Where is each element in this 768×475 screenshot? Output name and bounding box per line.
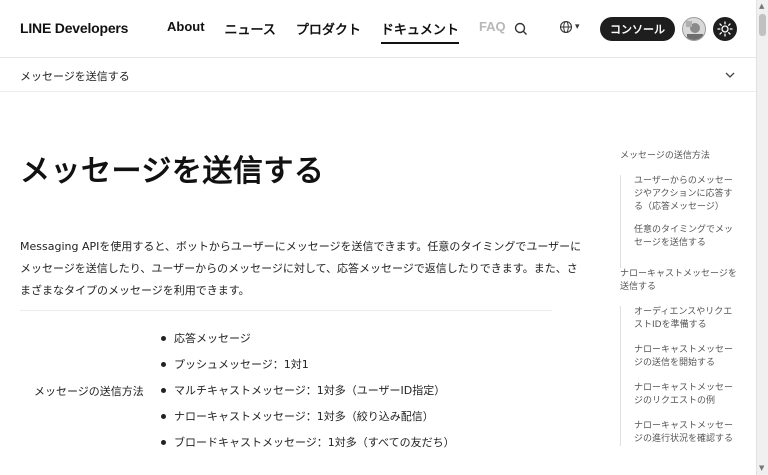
list-item: ブロードキャストメッセージ：1対多（すべての友だち） (158, 434, 455, 460)
nav-products[interactable]: プロダクト (296, 19, 361, 44)
method-list: 応答メッセージ プッシュメッセージ：1対1 マルチキャストメッセージ：1対多（ユ… (158, 330, 455, 460)
scroll-down-arrow-icon[interactable]: ▼ (759, 464, 764, 472)
theme-toggle-button[interactable] (713, 17, 737, 41)
toc-link[interactable]: ナローキャストメッセージのリクエストの例 (620, 382, 740, 420)
top-navigation-bar: LINE Developers About ニュース プロダクト ドキュメント … (0, 0, 756, 58)
breadcrumb-current: メッセージを送信する (20, 70, 130, 83)
console-button[interactable]: コンソール (600, 17, 675, 41)
list-item: ナローキャストメッセージ：1対多（絞り込み配信） (158, 408, 455, 434)
scrollbar[interactable]: ▲ ▼ (756, 0, 768, 475)
page-title: メッセージを送信する (20, 154, 325, 189)
list-item: プッシュメッセージ：1対1 (158, 356, 455, 382)
search-icon[interactable] (512, 20, 530, 38)
nav-faq[interactable]: FAQ (479, 19, 506, 44)
list-item: マルチキャストメッセージ：1対多（ユーザーID指定） (158, 382, 455, 408)
brand-logo[interactable]: LINE Developers (20, 20, 128, 36)
avatar[interactable] (682, 17, 706, 41)
sun-icon (717, 21, 733, 37)
toc-link[interactable]: 任意のタイミングでメッセージを送信する (620, 224, 740, 268)
globe-icon (559, 20, 573, 34)
toc-link[interactable]: ユーザーからのメッセージやアクションに応答する（応答メッセージ） (620, 175, 740, 224)
toc-link[interactable]: メッセージの送信方法 (620, 150, 740, 163)
table-of-contents: メッセージの送信方法 ユーザーからのメッセージやアクションに応答する（応答メッセ… (620, 150, 740, 446)
caret-down-icon: ▾ (575, 22, 580, 32)
divider (20, 310, 552, 311)
nav-news[interactable]: ニュース (225, 19, 276, 44)
scroll-thumb[interactable] (759, 14, 766, 36)
toc-link[interactable]: ナローキャストメッセージを送信する (620, 268, 740, 294)
scroll-up-arrow-icon[interactable]: ▲ (759, 2, 764, 10)
intro-paragraph: Messaging APIを使用すると、ボットからユーザーにメッセージを送信でき… (20, 240, 582, 297)
nav-documents[interactable]: ドキュメント (380, 19, 459, 44)
breadcrumb[interactable]: メッセージを送信する (0, 58, 756, 92)
language-selector[interactable]: ▾ (559, 20, 580, 34)
method-label: メッセージの送信方法 (34, 385, 144, 398)
chevron-down-icon[interactable] (724, 69, 736, 81)
list-item: 応答メッセージ (158, 330, 455, 356)
nav-about[interactable]: About (167, 19, 205, 44)
toc-link[interactable]: オーディエンスやリクエストIDを準備する (620, 306, 740, 344)
toc-link[interactable]: ナローキャストメッセージの進行状況を確認する (620, 420, 740, 446)
toc-link[interactable]: ナローキャストメッセージの送信を開始する (620, 344, 740, 382)
main-nav: About ニュース プロダクト ドキュメント FAQ (167, 19, 506, 44)
